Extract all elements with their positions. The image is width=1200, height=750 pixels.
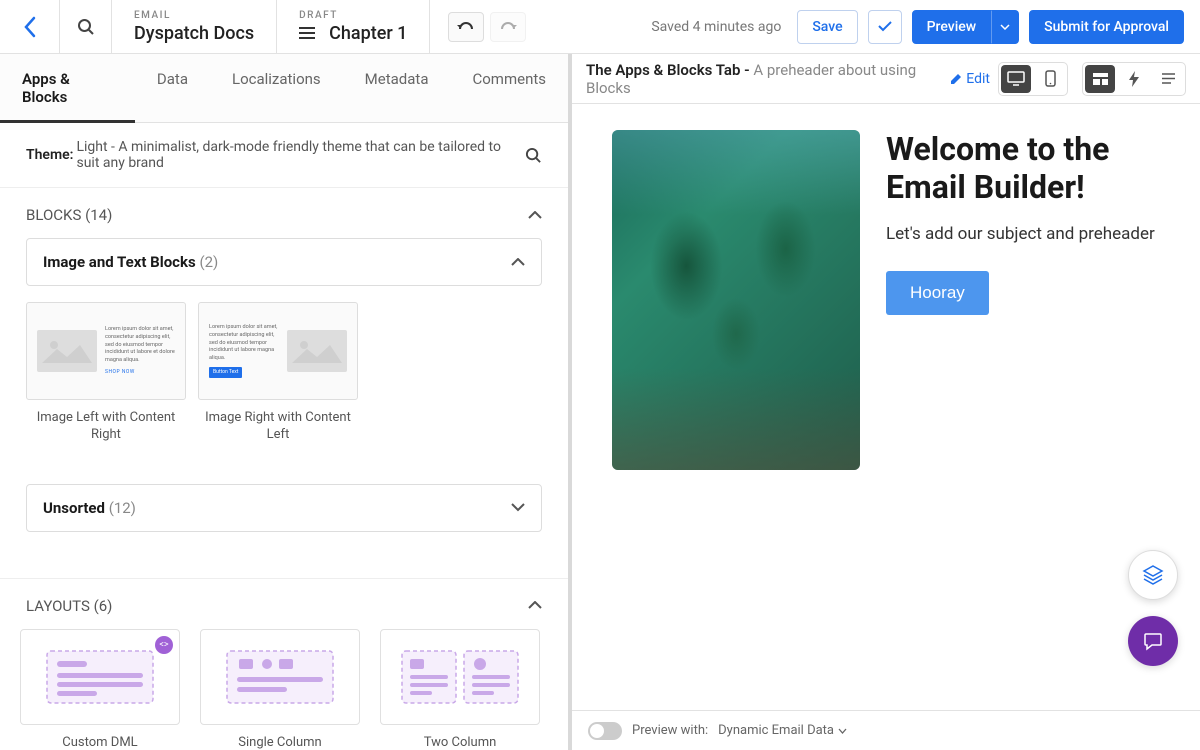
- tab-localizations[interactable]: Localizations: [210, 54, 343, 122]
- tab-apps-blocks[interactable]: Apps & Blocks: [0, 54, 135, 122]
- amp-view-button[interactable]: [1119, 65, 1149, 93]
- chevron-up-icon: [528, 601, 542, 610]
- theme-label: Theme:: [26, 147, 73, 163]
- layout-custom-dml[interactable]: <> Custom DML: [20, 629, 180, 750]
- hero-image: [612, 130, 860, 470]
- cta-button[interactable]: Hooray: [886, 271, 989, 315]
- image-placeholder-icon: [37, 330, 97, 372]
- image-placeholder-icon: [287, 330, 347, 372]
- breadcrumb-email[interactable]: EMAIL Dyspatch Docs: [112, 0, 277, 54]
- preview-title: The Apps & Blocks Tab - A preheader abou…: [586, 61, 924, 97]
- edit-link[interactable]: Edit: [950, 71, 990, 87]
- submit-button[interactable]: Submit for Approval: [1029, 10, 1184, 44]
- code-badge-icon: <>: [155, 636, 173, 654]
- layout-single-column[interactable]: Single Column: [200, 629, 360, 750]
- breadcrumb-draft[interactable]: DRAFT Chapter 1: [277, 0, 430, 54]
- preview-button[interactable]: Preview: [912, 10, 992, 44]
- hamburger-icon: [299, 27, 315, 39]
- undo-button[interactable]: [448, 12, 484, 42]
- tab-data[interactable]: Data: [135, 54, 210, 122]
- chevron-down-icon: [511, 503, 525, 512]
- text-view-button[interactable]: [1153, 65, 1183, 93]
- breadcrumb-email-label: EMAIL: [134, 10, 254, 21]
- email-body: Let's add our subject and preheader: [886, 223, 1160, 247]
- desktop-view-button[interactable]: [1001, 65, 1031, 93]
- tab-metadata[interactable]: Metadata: [343, 54, 451, 122]
- chat-fab[interactable]: [1128, 616, 1178, 666]
- mobile-view-button[interactable]: [1035, 65, 1065, 93]
- blocks-header-label: BLOCKS (14): [26, 206, 112, 224]
- theme-value: Light - A minimalist, dark-mode friendly…: [76, 139, 525, 171]
- block-image-left[interactable]: Lorem ipsum dolor sit amet, consectetur …: [26, 302, 186, 444]
- breadcrumb-draft-value: Chapter 1: [299, 23, 407, 44]
- theme-search-icon[interactable]: [525, 147, 542, 164]
- footer-value[interactable]: Dynamic Email Data: [718, 723, 847, 738]
- footer-label: Preview with:: [632, 723, 708, 738]
- email-heading: Welcome to the Email Builder!: [886, 130, 1160, 207]
- layouts-section-header[interactable]: LAYOUTS (6): [0, 579, 568, 629]
- saved-status: Saved 4 minutes ago: [651, 19, 781, 35]
- subcat-image-text[interactable]: Image and Text Blocks (2): [26, 238, 542, 286]
- preview-data-toggle[interactable]: [588, 722, 622, 740]
- chevron-up-icon: [511, 258, 525, 267]
- search-button-top[interactable]: [60, 0, 112, 54]
- breadcrumb-email-value: Dyspatch Docs: [134, 23, 254, 44]
- preview-dropdown[interactable]: [991, 10, 1019, 44]
- layout-two-column[interactable]: Two Column: [380, 629, 540, 750]
- block-caption: Image Left with Content Right: [26, 410, 186, 444]
- layouts-header-label: LAYOUTS (6): [26, 597, 112, 615]
- block-image-right[interactable]: Lorem ipsum dolor sit amet, consectetur …: [198, 302, 358, 444]
- chevron-up-icon: [528, 211, 542, 220]
- layers-fab[interactable]: [1128, 550, 1178, 600]
- back-button[interactable]: [0, 0, 60, 54]
- breadcrumb-draft-label: DRAFT: [299, 10, 407, 21]
- sidebar-tabs: Apps & Blocks Data Localizations Metadat…: [0, 54, 568, 123]
- save-button[interactable]: Save: [797, 10, 857, 44]
- email-preview: Welcome to the Email Builder! Let's add …: [612, 130, 1160, 470]
- layout-view-button[interactable]: [1085, 65, 1115, 93]
- redo-button: [490, 12, 526, 42]
- blocks-section-header[interactable]: BLOCKS (14): [0, 188, 568, 238]
- theme-row: Theme: Light - A minimalist, dark-mode f…: [0, 123, 568, 188]
- confirm-button[interactable]: [868, 10, 902, 44]
- block-caption: Image Right with Content Left: [198, 410, 358, 444]
- subcat-unsorted[interactable]: Unsorted (12): [26, 484, 542, 532]
- tab-comments[interactable]: Comments: [450, 54, 568, 122]
